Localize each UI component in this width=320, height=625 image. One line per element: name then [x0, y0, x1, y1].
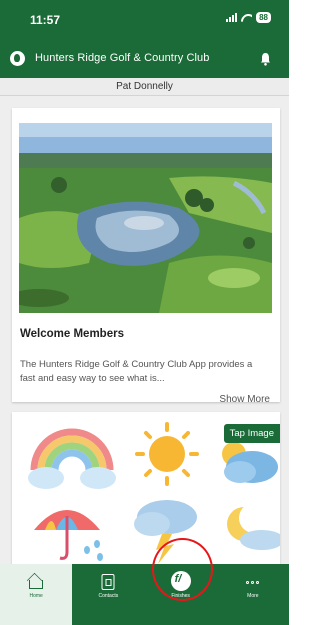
nav-more-label: More [247, 593, 259, 599]
battery-indicator: 88 [256, 12, 271, 23]
user-name-bar: Pat Donnelly [0, 78, 289, 96]
status-bar: 11:57 88 [0, 0, 289, 40]
contacts-icon [101, 574, 115, 590]
sun-icon [135, 422, 199, 486]
home-feed[interactable]: Welcome Members The Hunters Ridge Golf &… [0, 96, 289, 564]
storm-cloud-icon [134, 500, 197, 564]
wifi-icon [241, 13, 252, 22]
status-icons: 88 [226, 12, 271, 23]
tap-image-button[interactable]: Tap Image [223, 424, 280, 443]
nav-contacts-label: Contacts [98, 593, 119, 599]
sun-cloud-icon [222, 442, 278, 483]
signal-icon [226, 13, 238, 22]
umbrella-rain-icon [34, 510, 103, 561]
more-icon [245, 576, 261, 588]
moon-cloud-icon [227, 503, 280, 550]
header-title: Hunters Ridge Golf & Country Club [35, 52, 210, 64]
bottom-nav: Home Contacts Finishes More [0, 564, 289, 625]
welcome-card[interactable]: Welcome Members The Hunters Ridge Golf &… [12, 108, 280, 405]
rainbow-cloud-icon [28, 428, 116, 489]
finishes-icon [170, 571, 191, 591]
app-header: Hunters Ridge Golf & Country Club [0, 40, 289, 78]
nav-home[interactable]: Home [0, 564, 73, 625]
welcome-text: The Hunters Ridge Golf & Country Club Ap… [20, 359, 253, 384]
welcome-title: Welcome Members [20, 328, 124, 340]
nav-home-label: Home [29, 593, 43, 599]
home-icon [29, 580, 44, 589]
golf-course-aerial-image [19, 123, 272, 313]
status-time: 11:57 [30, 13, 61, 27]
bell-icon[interactable] [260, 52, 271, 66]
nav-finishes[interactable]: Finishes [145, 564, 217, 625]
nav-more[interactable]: More [217, 564, 289, 625]
show-more-link[interactable]: Show More [219, 394, 270, 405]
nav-contacts[interactable]: Contacts [72, 564, 144, 625]
golf-club-logo-icon[interactable] [10, 51, 25, 66]
weather-card[interactable]: Tap Image [12, 412, 280, 564]
nav-finishes-label: Finishes [171, 593, 190, 599]
